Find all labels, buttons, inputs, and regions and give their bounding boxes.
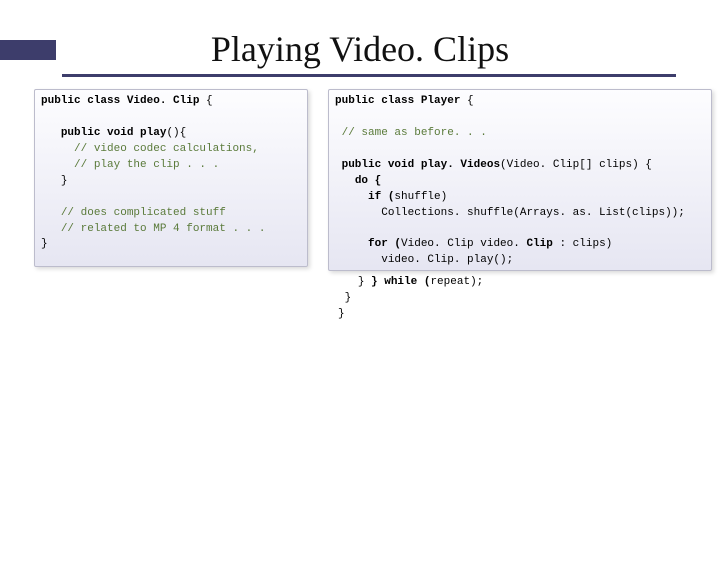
kw-for: for ( xyxy=(368,238,401,250)
comment: // same as before. . . xyxy=(342,127,487,139)
code-block-player: public class Player { // same as before.… xyxy=(328,89,712,271)
code-block-videoclip: public class Video. Clip { public void p… xyxy=(34,89,308,267)
kw-if: if ( xyxy=(368,191,394,203)
kw-do: do { xyxy=(355,175,381,187)
accent-tab xyxy=(0,40,56,60)
brace: } xyxy=(41,238,48,250)
brace: { xyxy=(199,95,212,107)
code-trailing: } } while (repeat); } } xyxy=(338,275,483,323)
method-name: play xyxy=(140,127,166,139)
stmt: video. Clip. play(); xyxy=(381,254,513,266)
brace: } xyxy=(345,292,352,304)
comment: // video codec calculations, xyxy=(74,143,259,155)
method-name: play. Videos xyxy=(421,159,500,171)
paren: ); xyxy=(470,276,483,288)
comment: // does complicated stuff xyxy=(61,207,226,219)
forvar: Clip xyxy=(526,238,552,250)
fortype: Video. Clip video. xyxy=(401,238,526,250)
class-name: Player xyxy=(421,95,461,107)
forpost: : clips) xyxy=(553,238,612,250)
paren: ) xyxy=(441,191,448,203)
kw-public: public class xyxy=(41,95,127,107)
var: repeat xyxy=(430,276,470,288)
comment: // related to MP 4 format . . . xyxy=(61,223,266,235)
brace: { xyxy=(460,95,473,107)
kw-public: public class xyxy=(335,95,421,107)
class-name: Video. Clip xyxy=(127,95,200,107)
paren: (){ xyxy=(166,127,186,139)
comment: // play the clip . . . xyxy=(74,159,219,171)
brace: } xyxy=(61,175,68,187)
sig: (Video. Clip[] clips) { xyxy=(500,159,652,171)
kw-while: } while ( xyxy=(371,276,430,288)
stmt: Collections. shuffle(Arrays. as. List(cl… xyxy=(381,207,685,219)
title-rule xyxy=(62,74,676,77)
kw-public-void: public void xyxy=(342,159,421,171)
slide-title: Playing Video. Clips xyxy=(0,28,720,70)
brace: } xyxy=(358,276,365,288)
var: shuffle xyxy=(394,191,440,203)
brace: } xyxy=(338,308,345,320)
kw-public-void: public void xyxy=(61,127,140,139)
